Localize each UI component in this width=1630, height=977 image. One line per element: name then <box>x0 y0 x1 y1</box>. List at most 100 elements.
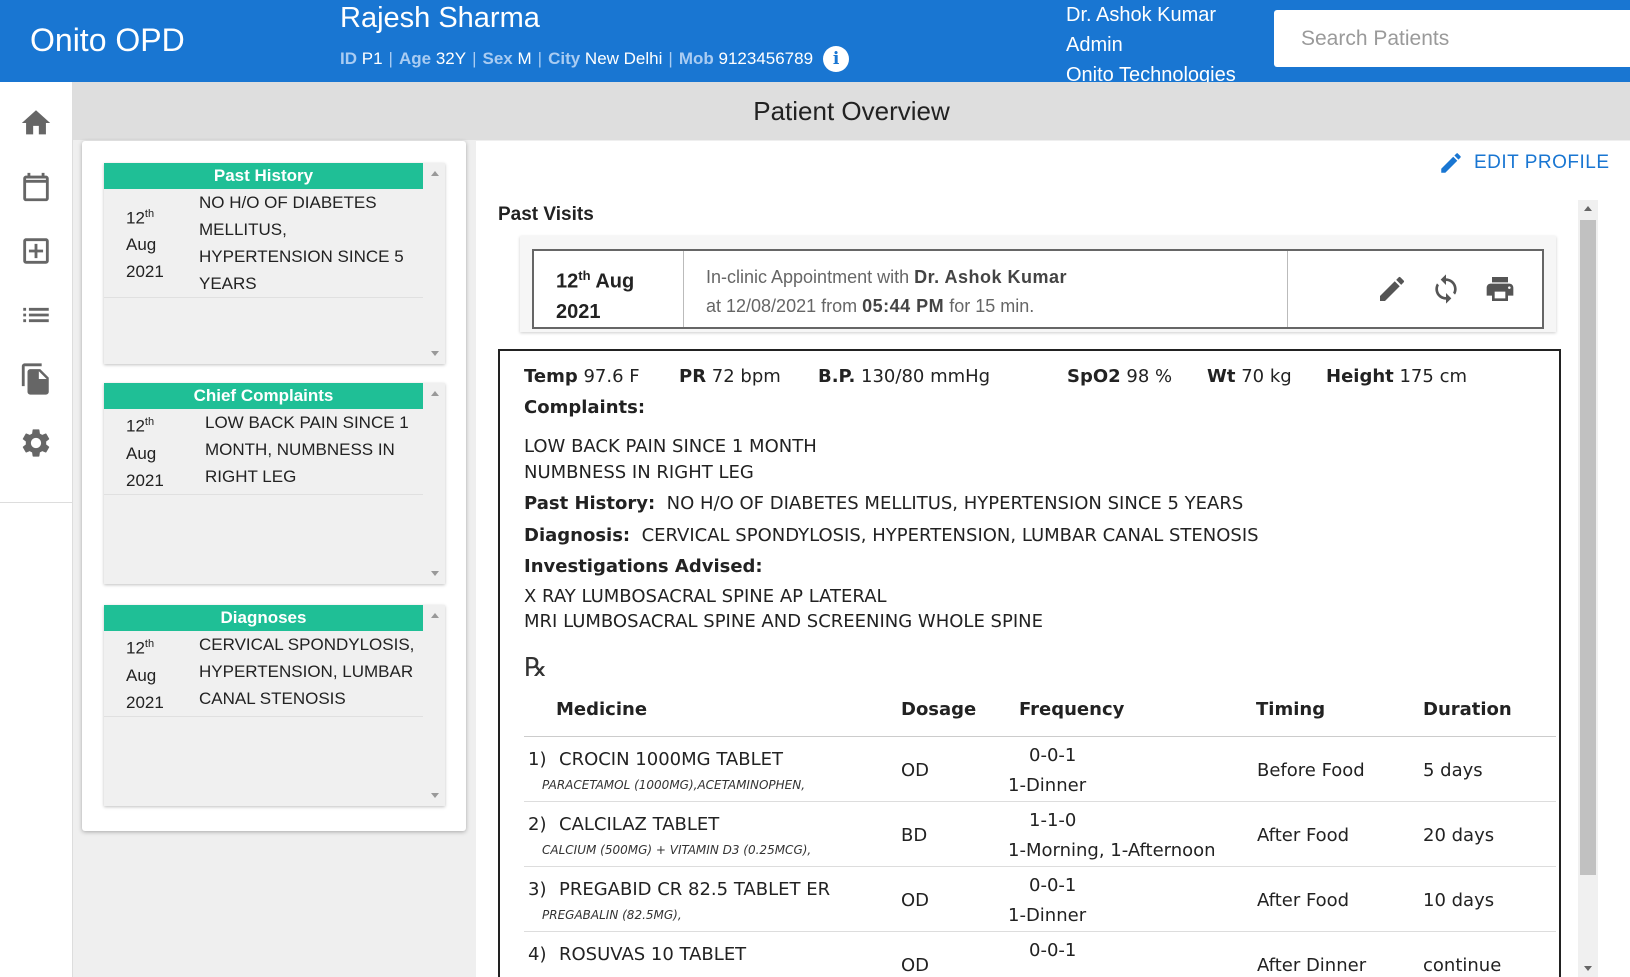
gear-icon[interactable] <box>19 426 53 460</box>
app-header: Onito OPD Rajesh Sharma ID P1 | Age 32Y … <box>0 0 1630 86</box>
patient-meta: ID P1 | Age 32Y | Sex M | City New Delhi… <box>340 46 850 72</box>
vital-bp: B.P. 130/80 mmHg <box>818 366 991 387</box>
scrollbar[interactable] <box>423 163 445 364</box>
date-day: 12 <box>126 208 145 228</box>
scrollbar[interactable] <box>423 605 445 806</box>
scroll-down-icon[interactable] <box>431 351 439 356</box>
med-composition: CALCIUM (500MG) + VITAMIN D3 (0.25MCG), <box>542 843 812 857</box>
med-freq: 0-0-1 <box>1029 940 1077 961</box>
date-day: 12 <box>126 638 145 658</box>
edit-pencil-icon[interactable] <box>1376 273 1408 305</box>
visit-time: 05:44 PM <box>862 296 945 316</box>
diagnoses-card: Diagnoses 12th Aug 2021 CERVICAL SPONDYL… <box>104 605 445 806</box>
scroll-down-icon[interactable] <box>431 571 439 576</box>
med-timing: Before Food <box>1257 760 1365 781</box>
med-name: CROCIN 1000MG TABLET <box>559 749 783 770</box>
search-input[interactable] <box>1274 10 1630 67</box>
scroll-up-icon[interactable] <box>431 391 439 396</box>
date-month: Aug <box>126 665 157 685</box>
list-item: 12th Aug 2021 LOW BACK PAIN SINCE 1 MONT… <box>104 409 423 495</box>
vital-height: Height 175 cm <box>1326 366 1467 387</box>
add-box-icon[interactable] <box>19 234 53 268</box>
patient-city: New Delhi <box>584 49 663 68</box>
visit-line1-prefix: In-clinic Appointment with <box>706 267 910 287</box>
separator: | <box>668 49 673 68</box>
complaints-label: Complaints: <box>524 397 646 418</box>
app-title[interactable]: Onito OPD <box>30 22 185 59</box>
past-visits-label: Past Visits <box>498 204 594 225</box>
card-title: Diagnoses <box>104 605 423 631</box>
date-month: Aug <box>126 235 157 255</box>
med-num: 4) <box>528 944 547 965</box>
info-icon[interactable]: i <box>823 46 850 72</box>
age-label: Age <box>398 49 432 68</box>
vital-spo2: SpO2 98 % <box>1067 366 1173 387</box>
visit-year: 2021 <box>556 300 601 323</box>
visit-description: In-clinic Appointment with Dr. Ashok Kum… <box>684 251 1288 327</box>
page-title: Patient Overview <box>73 82 1630 140</box>
med-dosage: BD <box>901 825 928 846</box>
chief-complaints-card: Chief Complaints 12th Aug 2021 LOW BACK … <box>104 383 445 584</box>
patient-mob: 9123456789 <box>718 49 814 68</box>
entry-text: NO H/O OF DIABETES MELLITUS, HYPERTENSIO… <box>199 193 404 293</box>
scroll-up-icon[interactable] <box>431 171 439 176</box>
table-header: Medicine Dosage Frequency Timing Duratio… <box>524 699 1556 737</box>
id-label: ID <box>340 49 357 68</box>
user-info[interactable]: Dr. Ashok Kumar Admin Onito Technologies <box>1066 0 1236 90</box>
print-icon[interactable] <box>1484 273 1516 305</box>
date-year: 2021 <box>126 692 164 712</box>
complaint-item: NUMBNESS IN RIGHT LEG <box>524 462 754 483</box>
calendar-icon[interactable] <box>19 170 53 204</box>
past-history-card: Past History 12th Aug 2021 NO H/O OF DIA… <box>104 163 445 364</box>
col-timing: Timing <box>1256 699 1326 720</box>
copy-icon[interactable] <box>19 362 53 396</box>
visit-month: Aug <box>595 270 635 293</box>
search-box <box>1274 10 1630 67</box>
scroll-down-icon[interactable] <box>431 793 439 798</box>
home-icon[interactable] <box>19 106 53 140</box>
list-item: 12th Aug 2021 CERVICAL SPONDYLOSIS, HYPE… <box>104 631 423 717</box>
scroll-thumb[interactable] <box>1580 220 1596 875</box>
table-row: 2) CALCILAZ TABLET CALCIUM (500MG) + VIT… <box>524 802 1556 867</box>
separator: | <box>537 49 543 68</box>
scroll-up-icon[interactable] <box>431 613 439 618</box>
visit-day-suffix: th <box>578 268 591 283</box>
complaint-item: LOW BACK PAIN SINCE 1 MONTH <box>524 436 817 457</box>
sex-label: Sex <box>482 49 513 68</box>
med-freq-detail: 1-Dinner <box>1008 775 1087 796</box>
patient-name: Rajesh Sharma <box>340 2 540 34</box>
separator: | <box>388 49 393 68</box>
med-duration: 5 days <box>1423 760 1483 781</box>
visit-date: 12th Aug 2021 <box>534 251 684 327</box>
patient-sex: M <box>517 49 532 68</box>
investigation-item: MRI LUMBOSACRAL SPINE AND SCREENING WHOL… <box>524 611 1043 632</box>
patient-id: P1 <box>361 49 383 68</box>
col-frequency: Frequency <box>1019 699 1125 720</box>
scrollbar[interactable] <box>423 383 445 584</box>
med-num: 3) <box>528 879 547 900</box>
med-freq: 0-0-1 <box>1029 875 1077 896</box>
sync-icon[interactable] <box>1430 273 1462 305</box>
col-medicine: Medicine <box>556 699 648 720</box>
med-dosage: OD <box>901 955 930 976</box>
med-timing: After Food <box>1257 890 1350 911</box>
list-icon[interactable] <box>19 298 53 332</box>
med-num: 2) <box>528 814 547 835</box>
med-name: PREGABID CR 82.5 TABLET ER <box>559 879 831 900</box>
diagnosis-line: Diagnosis: CERVICAL SPONDYLOSIS, HYPERTE… <box>524 525 1259 546</box>
edit-profile-button[interactable]: EDIT PROFILE <box>1438 150 1610 176</box>
visit-card[interactable]: 12th Aug 2021 In-clinic Appointment with… <box>532 249 1544 329</box>
sidebar <box>0 82 73 977</box>
sidebar-divider <box>0 502 73 503</box>
date-year: 2021 <box>126 262 164 282</box>
visit-actions <box>1288 251 1542 327</box>
separator: | <box>472 49 477 68</box>
scroll-up-icon[interactable] <box>1584 206 1592 211</box>
med-freq: 1-1-0 <box>1029 810 1077 831</box>
vital-temp: Temp 97.6 F <box>524 366 640 387</box>
date-month: Aug <box>126 443 157 463</box>
entry-text: LOW BACK PAIN SINCE 1 MONTH, NUMBNESS IN… <box>205 413 409 486</box>
scroll-down-icon[interactable] <box>1584 966 1592 971</box>
overview-scrollbar[interactable] <box>1578 200 1598 977</box>
list-item: 12th Aug 2021 NO H/O OF DIABETES MELLITU… <box>104 189 423 298</box>
